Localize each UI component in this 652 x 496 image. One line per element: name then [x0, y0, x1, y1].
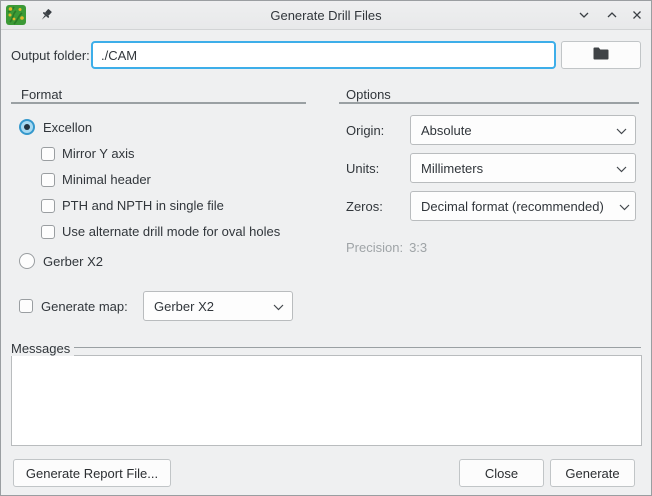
map-format-select[interactable]: Gerber X2 — [143, 291, 293, 321]
messages-panel[interactable] — [11, 355, 642, 446]
output-folder-label: Output folder: — [11, 47, 90, 63]
format-group-line — [11, 102, 306, 104]
chevron-down-icon — [616, 161, 627, 176]
radio-gerber-x2-control[interactable] — [19, 253, 35, 269]
titlebar[interactable]: Generate Drill Files — [1, 1, 651, 30]
radio-gerber-x2-label: Gerber X2 — [43, 253, 103, 269]
generate-button[interactable]: Generate — [550, 459, 635, 487]
generate-map-row: Generate map: Gerber X2 — [19, 291, 293, 321]
checkbox-minimal-header[interactable]: Minimal header — [41, 172, 151, 187]
folder-icon — [593, 47, 609, 63]
zeros-row: Zeros: Decimal format (recommended) — [346, 191, 636, 221]
checkbox-minimal-header-label: Minimal header — [62, 172, 151, 187]
close-window-button[interactable] — [628, 6, 646, 24]
checkbox-pth-npth-single-file[interactable]: PTH and NPTH in single file — [41, 198, 224, 213]
checkbox-generate-map-control[interactable] — [19, 299, 33, 313]
maximize-button[interactable] — [603, 6, 621, 24]
radio-excellon-label: Excellon — [43, 119, 93, 135]
radio-excellon[interactable]: Excellon — [19, 119, 92, 135]
checkbox-pth-npth-single-file-label: PTH and NPTH in single file — [62, 198, 224, 213]
units-select[interactable]: Millimeters — [410, 153, 636, 183]
radio-excellon-control[interactable] — [19, 119, 35, 135]
options-group-line — [339, 102, 639, 104]
generate-drill-files-dialog: Generate Drill Files Output folder: Form… — [0, 0, 652, 496]
checkbox-generate-map-label: Generate map: — [41, 298, 128, 314]
origin-row: Origin: Absolute — [346, 115, 636, 145]
generate-report-file-button[interactable]: Generate Report File... — [13, 459, 171, 487]
units-value: Millimeters — [421, 160, 484, 176]
format-group-title: Format — [21, 87, 63, 102]
messages-group-line — [73, 347, 641, 348]
checkbox-mirror-y-axis-label: Mirror Y axis — [62, 146, 135, 161]
checkbox-alternate-drill-mode-control[interactable] — [41, 224, 55, 239]
minimize-button[interactable] — [575, 6, 593, 24]
map-format-value: Gerber X2 — [154, 298, 214, 314]
radio-gerber-x2[interactable]: Gerber X2 — [19, 253, 103, 269]
origin-label: Origin: — [346, 122, 385, 138]
checkbox-mirror-y-axis[interactable]: Mirror Y axis — [41, 146, 134, 161]
checkbox-minimal-header-control[interactable] — [41, 172, 55, 187]
checkbox-alternate-drill-mode[interactable]: Use alternate drill mode for oval holes — [41, 224, 280, 239]
checkbox-pth-npth-single-file-control[interactable] — [41, 198, 55, 213]
precision-label: Precision: — [346, 240, 404, 255]
messages-group-title: Messages — [11, 341, 75, 356]
units-row: Units: Millimeters — [346, 153, 636, 183]
browse-folder-button[interactable] — [561, 41, 641, 69]
options-group-title: Options — [346, 87, 391, 102]
chevron-down-icon — [619, 199, 630, 214]
origin-value: Absolute — [421, 122, 472, 138]
chevron-down-icon — [616, 123, 627, 138]
output-folder-input[interactable] — [91, 41, 556, 69]
zeros-value: Decimal format (recommended) — [421, 198, 604, 214]
close-button[interactable]: Close — [459, 459, 544, 487]
checkbox-mirror-y-axis-control[interactable] — [41, 146, 55, 161]
zeros-label: Zeros: — [346, 198, 383, 214]
units-label: Units: — [346, 160, 380, 176]
origin-select[interactable]: Absolute — [410, 115, 636, 145]
window-title: Generate Drill Files — [270, 7, 382, 23]
precision-text: Precision: 3:3 — [346, 240, 427, 255]
checkbox-alternate-drill-mode-label: Use alternate drill mode for oval holes — [62, 224, 281, 239]
zeros-select[interactable]: Decimal format (recommended) — [410, 191, 636, 221]
precision-value: 3:3 — [409, 240, 428, 255]
chevron-down-icon — [273, 299, 284, 314]
